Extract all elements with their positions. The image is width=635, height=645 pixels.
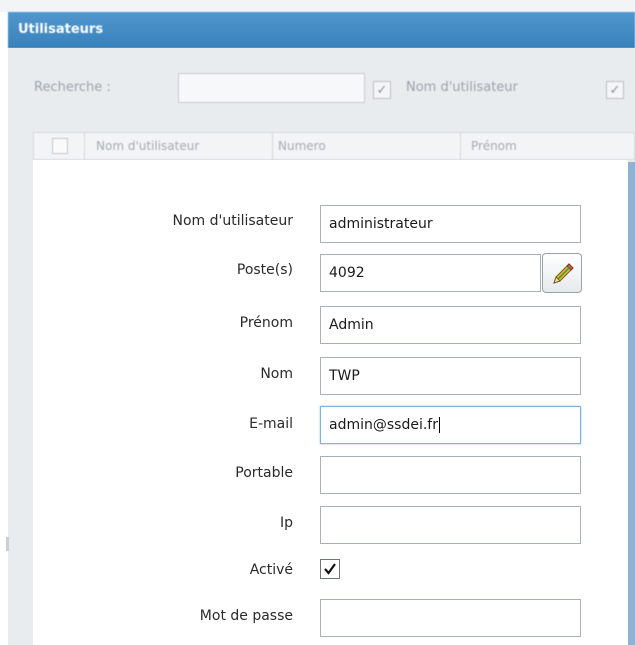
column-header-username[interactable]: Nom d'utilisateur (96, 139, 199, 153)
pencil-icon (553, 263, 574, 284)
email-field[interactable]: admin@ssdei.fr (320, 406, 581, 444)
checkmark-icon (324, 563, 336, 575)
filter-checkbox-2[interactable]: ✓ (606, 81, 624, 99)
search-input[interactable] (178, 73, 365, 103)
label-prenom: Prénom (239, 315, 293, 331)
prenom-field[interactable]: Admin (320, 306, 581, 344)
username-field[interactable]: administrateur (320, 205, 581, 243)
column-separator (84, 133, 85, 159)
portable-field[interactable] (320, 456, 581, 494)
window-title: Utilisateurs (8, 12, 635, 48)
poste-field[interactable]: 4092 (320, 254, 541, 292)
left-edge-mark (6, 537, 9, 551)
label-poste: Poste(s) (236, 262, 293, 278)
column-header-prenom[interactable]: Prénom (471, 139, 517, 153)
label-username: Nom d'utilisateur (172, 213, 294, 229)
filter-label-username: Nom d'utilisateur (406, 80, 518, 95)
edit-poste-button[interactable] (542, 253, 582, 293)
column-separator (272, 133, 273, 159)
label-portable: Portable (235, 465, 293, 481)
column-separator (460, 133, 461, 159)
label-email: E-mail (249, 416, 293, 432)
label-ip: Ip (279, 515, 293, 531)
password-field[interactable] (320, 599, 581, 637)
nom-field[interactable]: TWP (320, 357, 581, 395)
email-value: admin@ssdei.fr (329, 417, 438, 433)
active-checkbox[interactable] (320, 559, 340, 579)
select-all-checkbox[interactable] (52, 138, 68, 154)
top-edge (0, 0, 635, 12)
grid-header: Nom d'utilisateur Numero Prénom (33, 132, 635, 160)
column-header-numero[interactable]: Numero (278, 139, 326, 153)
label-active: Activé (249, 562, 293, 578)
ip-field[interactable] (320, 506, 581, 544)
label-password: Mot de passe (199, 608, 293, 624)
label-nom: Nom (260, 366, 293, 382)
text-caret (438, 417, 440, 433)
search-label: Recherche : (34, 80, 111, 95)
right-edge-bar (628, 162, 635, 645)
filter-checkbox-username[interactable]: ✓ (373, 81, 391, 99)
search-bar: Recherche : ✓ Nom d'utilisateur ✓ (8, 70, 635, 110)
